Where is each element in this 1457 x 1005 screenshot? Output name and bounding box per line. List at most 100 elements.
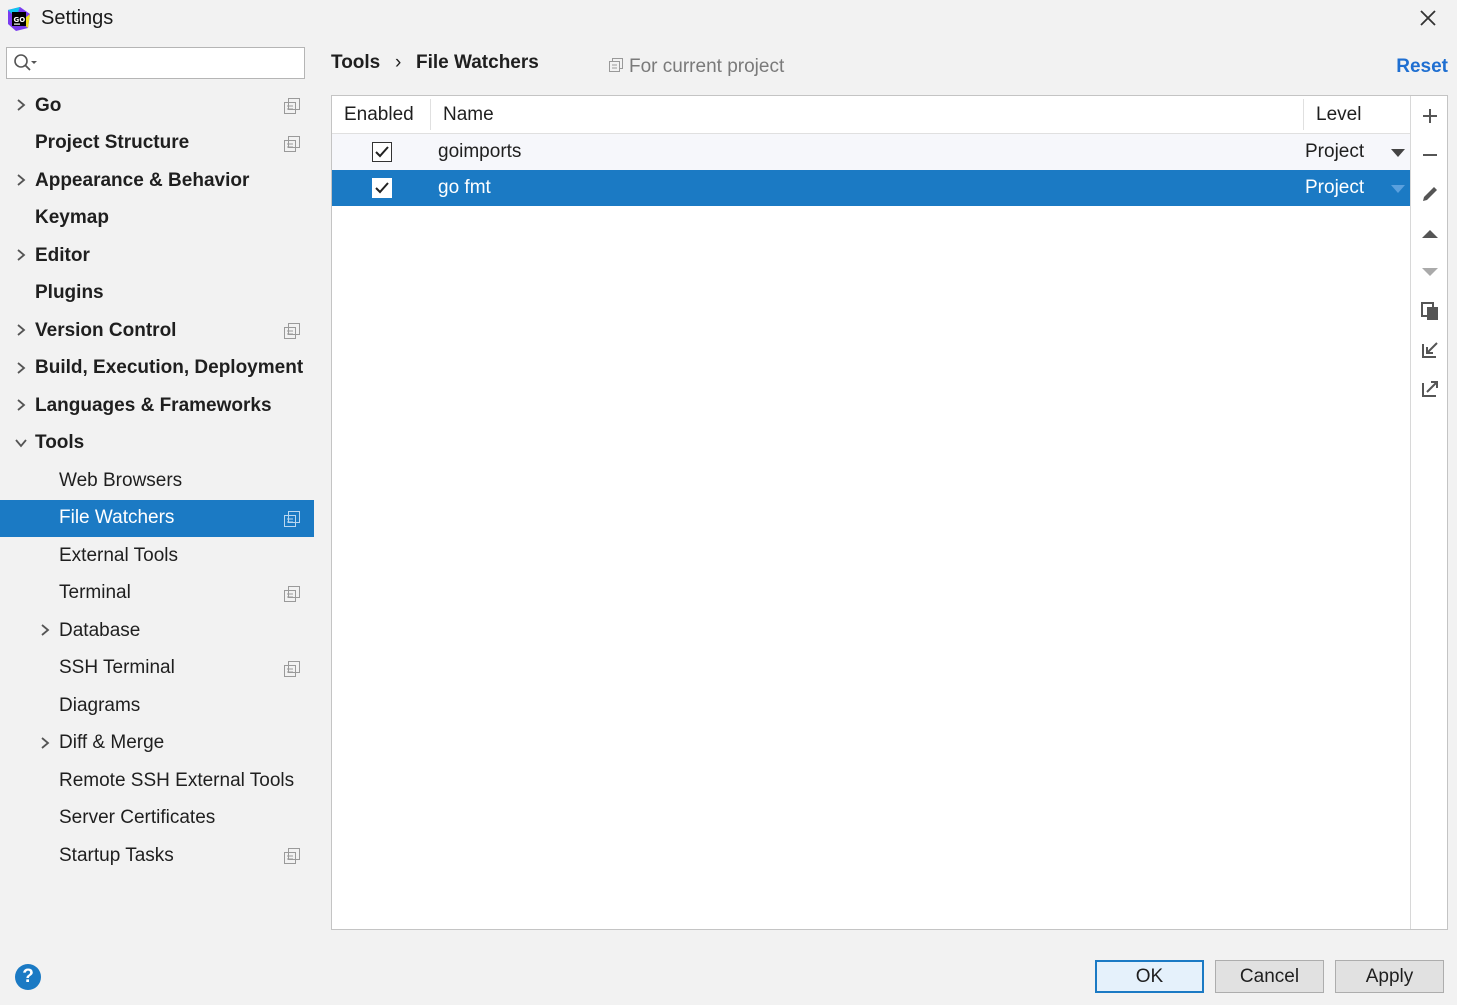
window-title: Settings <box>41 7 114 29</box>
sidebar-item[interactable]: Startup Tasks <box>0 837 314 874</box>
table-row[interactable]: go fmt Project <box>332 170 1410 206</box>
close-icon[interactable] <box>1412 2 1444 34</box>
scope-label: For current project <box>609 56 784 78</box>
sidebar-item-label: Plugins <box>35 282 104 303</box>
project-scope-icon <box>284 510 300 527</box>
sidebar-item-label: File Watchers <box>59 507 175 528</box>
sidebar-item-label: Terminal <box>59 582 131 603</box>
sidebar-item[interactable]: Database <box>0 612 314 649</box>
import-icon[interactable] <box>1416 336 1444 364</box>
search-input[interactable] <box>6 47 305 79</box>
chevron-right-icon[interactable] <box>14 98 28 112</box>
sidebar-item-label: Languages & Frameworks <box>35 394 272 416</box>
copy-icon[interactable] <box>1416 297 1444 325</box>
sidebar-item[interactable]: Project Structure <box>0 125 314 162</box>
sidebar-item[interactable]: Diff & Merge <box>0 725 314 762</box>
column-divider[interactable] <box>430 99 431 130</box>
column-header-name[interactable]: Name <box>443 96 494 133</box>
goland-app-icon: GO <box>6 6 32 32</box>
move-down-icon[interactable] <box>1416 258 1444 286</box>
sidebar-item-label: Remote SSH External Tools <box>59 769 295 791</box>
enabled-checkbox[interactable] <box>372 142 392 162</box>
sidebar-item-label: Server Certificates <box>59 807 216 828</box>
sidebar-item[interactable]: Web Browsers <box>0 462 314 499</box>
sidebar-item[interactable]: Go <box>0 87 314 124</box>
enabled-checkbox[interactable] <box>372 178 392 198</box>
dropdown-arrow-icon[interactable] <box>1391 185 1405 193</box>
sidebar-item[interactable]: Version Control <box>0 312 314 349</box>
sidebar-item-label: Appearance & Behavior <box>35 169 250 191</box>
project-scope-icon <box>284 135 300 152</box>
sidebar-item[interactable]: File Watchers <box>0 499 314 537</box>
sidebar-item-label: Diagrams <box>59 694 141 716</box>
watcher-name: goimports <box>438 141 522 162</box>
chevron-right-icon[interactable] <box>14 173 28 187</box>
chevron-right-icon[interactable] <box>14 361 28 375</box>
ok-button[interactable]: OK <box>1095 960 1204 993</box>
chevron-down-icon[interactable] <box>14 436 28 450</box>
reset-link[interactable]: Reset <box>1396 56 1448 78</box>
watcher-name: go fmt <box>438 177 491 198</box>
sidebar-item[interactable]: Plugins <box>0 275 314 312</box>
level-select[interactable]: Project <box>1305 177 1364 199</box>
sidebar-item[interactable]: Build, Execution, Deployment <box>0 350 314 387</box>
sidebar-item-label: Project Structure <box>35 132 190 153</box>
sidebar-item-label: Build, Execution, Deployment <box>35 357 304 378</box>
sidebar-item[interactable]: Appearance & Behavior <box>0 162 314 199</box>
sidebar-item-label: Database <box>59 619 141 641</box>
chevron-right-icon[interactable] <box>38 623 52 637</box>
project-scope-icon <box>284 848 300 864</box>
table-row[interactable]: goimports Project <box>332 134 1410 170</box>
settings-sidebar: Go Project Structure Appearance & Behavior… <box>0 36 314 944</box>
project-scope-icon <box>284 323 300 339</box>
sidebar-item-label: Keymap <box>35 207 109 228</box>
sidebar-item-label: Tools <box>35 432 85 453</box>
sidebar-item-label: Diff & Merge <box>59 732 165 753</box>
table-toolbar <box>1410 96 1447 929</box>
sidebar-item-label: Web Browsers <box>59 469 183 491</box>
chevron-right-icon[interactable] <box>14 323 28 337</box>
export-icon[interactable] <box>1416 375 1444 403</box>
sidebar-item-label: Editor <box>35 244 90 266</box>
chevron-right-icon[interactable] <box>14 248 28 262</box>
sidebar-item[interactable]: Diagrams <box>0 687 314 724</box>
add-icon[interactable] <box>1416 102 1444 130</box>
sidebar-item[interactable]: Languages & Frameworks <box>0 387 314 424</box>
table-header: Enabled Name Level <box>332 96 1410 134</box>
sidebar-item[interactable]: Keymap <box>0 200 314 237</box>
column-header-level[interactable]: Level <box>1316 96 1361 133</box>
sidebar-item-label: SSH Terminal <box>59 657 175 678</box>
project-scope-icon <box>284 98 300 114</box>
sidebar-item[interactable]: Remote SSH External Tools <box>0 762 314 799</box>
sidebar-item[interactable]: Editor <box>0 237 314 274</box>
dropdown-arrow-icon[interactable] <box>1391 149 1405 157</box>
dialog-footer: ? OK Cancel Apply <box>0 944 1457 1005</box>
file-watchers-table: Enabled Name Level goimports Project go fm… <box>331 95 1448 930</box>
sidebar-item[interactable]: SSH Terminal <box>0 650 314 687</box>
sidebar-item[interactable]: Server Certificates <box>0 800 314 837</box>
help-icon[interactable]: ? <box>15 964 41 990</box>
edit-icon[interactable] <box>1416 180 1444 208</box>
chevron-right-icon[interactable] <box>14 398 28 412</box>
sidebar-item[interactable]: Terminal <box>0 575 314 612</box>
move-up-icon[interactable] <box>1416 220 1444 248</box>
sidebar-item-label: External Tools <box>59 544 178 566</box>
chevron-right-icon[interactable] <box>38 736 52 750</box>
sidebar-item-label: Startup Tasks <box>59 844 174 866</box>
breadcrumb-separator: › <box>395 52 402 73</box>
scope-text: For current project <box>629 56 785 77</box>
project-scope-icon <box>609 56 623 78</box>
column-divider[interactable] <box>1303 99 1304 130</box>
page-title: File Watchers <box>416 52 539 73</box>
remove-icon[interactable] <box>1416 141 1444 169</box>
svg-text:GO: GO <box>14 16 26 24</box>
cancel-button[interactable]: Cancel <box>1215 960 1324 993</box>
apply-button[interactable]: Apply <box>1335 960 1444 993</box>
project-scope-icon <box>284 585 300 602</box>
column-header-enabled[interactable]: Enabled <box>344 96 414 133</box>
sidebar-item[interactable]: Tools <box>0 425 314 462</box>
main-panel: Tools › File Watchers For current projec… <box>314 36 1457 944</box>
sidebar-item[interactable]: External Tools <box>0 537 314 574</box>
breadcrumb-tools[interactable]: Tools <box>331 52 380 74</box>
level-select[interactable]: Project <box>1305 141 1364 163</box>
